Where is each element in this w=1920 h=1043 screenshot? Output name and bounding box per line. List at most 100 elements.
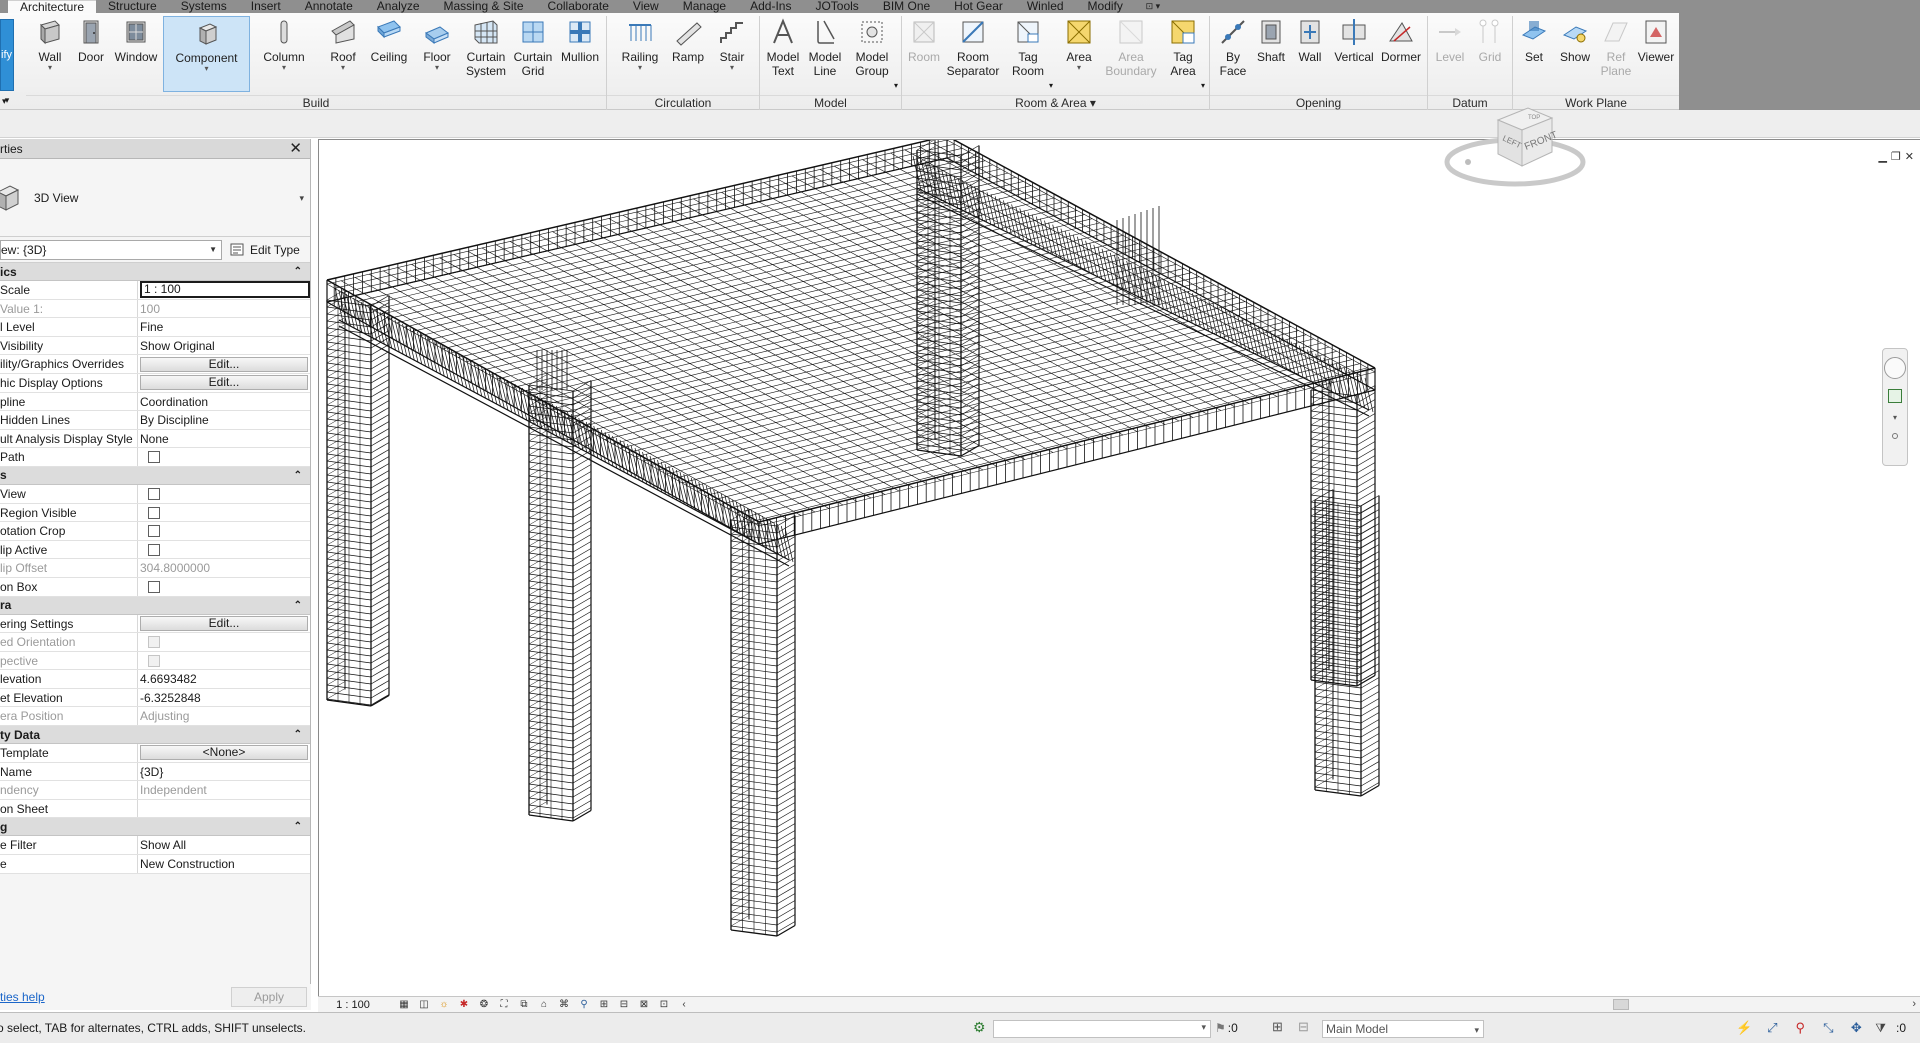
constraints-icon[interactable]: ‹: [676, 999, 692, 1011]
vertical-opening-button[interactable]: Vertical: [1332, 16, 1376, 100]
tab-add-ins[interactable]: Add-Ins: [738, 0, 803, 13]
view-scale-input[interactable]: 1 : 100: [140, 281, 310, 298]
room-button[interactable]: Room: [906, 16, 942, 100]
area-boundary-button[interactable]: Area Boundary: [1104, 16, 1158, 100]
phase-filter-value[interactable]: Show All: [138, 836, 310, 854]
grid-button[interactable]: Grid: [1472, 16, 1508, 100]
door-button[interactable]: Door: [74, 16, 108, 100]
steering-wheel-icon[interactable]: [1884, 357, 1906, 379]
view-scale-input-cell[interactable]: 1 : 100: [138, 281, 310, 299]
tab-annotate[interactable]: Annotate: [293, 0, 365, 13]
tab-insert[interactable]: Insert: [239, 0, 293, 13]
minimize-icon[interactable]: ▁: [1878, 150, 1886, 163]
roof-button[interactable]: Roof ▾: [323, 16, 363, 100]
group-phasing[interactable]: g ⌃: [0, 818, 310, 837]
design-option-exclude-icon[interactable]: ⊟: [1298, 1019, 1309, 1035]
crop-view-checkbox[interactable]: [148, 487, 160, 500]
nav-options-icon[interactable]: [1892, 433, 1898, 439]
analysis-style-value[interactable]: None: [138, 430, 310, 448]
parts-visibility-value[interactable]: Show Original: [138, 337, 310, 355]
rendering-dialog-icon[interactable]: ❂: [476, 999, 492, 1011]
rendering-edit-button[interactable]: Edit...: [140, 615, 308, 631]
detail-level-icon[interactable]: ▦: [396, 999, 412, 1011]
crop-view-icon[interactable]: ⛶: [496, 999, 512, 1011]
viewer-button[interactable]: Viewer: [1636, 16, 1676, 100]
tag-room-button[interactable]: Tag Room: [1006, 16, 1050, 100]
select-links-icon[interactable]: ⚡: [1735, 1019, 1753, 1037]
ramp-button[interactable]: Ramp: [668, 16, 708, 100]
curtain-system-button[interactable]: Curtain System: [462, 16, 510, 100]
3d-viewport[interactable]: ▁ ❐ ✕: [318, 139, 1920, 996]
view-template-button[interactable]: <None>: [140, 745, 308, 761]
tab-bim-one[interactable]: BIM One: [871, 0, 942, 13]
crop-region-icon[interactable]: ⧉: [516, 999, 532, 1011]
view-name-value[interactable]: {3D}: [138, 763, 310, 781]
group-graphics[interactable]: ics ⌃: [0, 263, 310, 281]
tab-architecture[interactable]: Architecture: [8, 0, 97, 13]
vg-overrides-edit-button[interactable]: Edit...: [140, 356, 308, 372]
annotation-crop-checkbox[interactable]: [148, 525, 160, 538]
chevron-down-icon[interactable]: ▾: [1891, 413, 1899, 422]
show-button[interactable]: Show: [1554, 16, 1596, 100]
phase-value[interactable]: New Construction: [138, 855, 310, 873]
ceiling-button[interactable]: Ceiling: [367, 16, 411, 100]
filter-icon[interactable]: ⧩: [1875, 1021, 1886, 1036]
navigation-bar[interactable]: ▾: [1882, 348, 1908, 466]
visual-style-icon[interactable]: ◫: [416, 999, 432, 1011]
view-scale-button[interactable]: 1 : 100: [318, 999, 388, 1011]
tab-jotools[interactable]: JOTools: [803, 0, 870, 13]
stair-button[interactable]: Stair ▾: [712, 16, 752, 100]
target-elevation-value[interactable]: -6.3252848: [138, 689, 310, 707]
group-identity-data[interactable]: ty Data ⌃: [0, 726, 310, 745]
editing-requests[interactable]: ⚑:0: [1215, 1021, 1238, 1035]
worksharing-display-icon[interactable]: ⊞: [596, 999, 612, 1011]
group-extents[interactable]: s ⌃: [0, 466, 310, 485]
set-button[interactable]: Set: [1516, 16, 1552, 100]
ref-plane-button[interactable]: Ref Plane: [1596, 16, 1636, 100]
tab-winled[interactable]: Winled: [1015, 0, 1076, 13]
worksets-icon[interactable]: ⚙: [973, 1019, 991, 1037]
properties-help-link[interactable]: rties help: [0, 990, 45, 1004]
highlight-displacement-icon[interactable]: ⊡: [656, 999, 672, 1011]
sun-path-checkbox[interactable]: [148, 451, 160, 464]
design-option-dropdown[interactable]: Main Model ▾: [1322, 1020, 1484, 1038]
tab-hot-gear[interactable]: Hot Gear: [942, 0, 1015, 13]
lock-view-icon[interactable]: ⌂: [536, 999, 552, 1011]
crop-region-checkbox[interactable]: [148, 506, 160, 519]
tab-modify[interactable]: Modify: [1076, 0, 1135, 13]
floor-button[interactable]: Floor ▾: [416, 16, 458, 100]
discipline-value[interactable]: Coordination: [138, 393, 310, 411]
eye-elevation-value[interactable]: 4.6693482: [138, 670, 310, 688]
modify-button[interactable]: ify: [0, 19, 14, 91]
detail-level-value[interactable]: Fine: [138, 318, 310, 336]
restore-icon[interactable]: ❐: [1891, 150, 1901, 163]
select-pinned-icon[interactable]: ⚲: [1791, 1019, 1809, 1037]
tab-view[interactable]: View: [621, 0, 671, 13]
horizontal-scrollbar[interactable]: ›: [728, 998, 1920, 1011]
wall-opening-button[interactable]: Wall: [1292, 16, 1328, 100]
show-analytical-icon[interactable]: ⊠: [636, 999, 652, 1011]
graphic-display-edit-button[interactable]: Edit...: [140, 375, 308, 391]
viewcube-home-icon[interactable]: [1465, 159, 1471, 165]
close-icon[interactable]: ✕: [289, 141, 302, 156]
apply-button[interactable]: Apply: [231, 987, 307, 1007]
hidden-lines-value[interactable]: By Discipline: [138, 411, 310, 429]
tab-collaborate[interactable]: Collaborate: [536, 0, 621, 13]
far-clip-checkbox[interactable]: [148, 543, 160, 556]
dormer-button[interactable]: Dormer: [1378, 16, 1424, 100]
sun-path-icon[interactable]: ☼: [436, 999, 452, 1011]
title-on-sheet-value[interactable]: [138, 800, 310, 818]
tab-manage[interactable]: Manage: [671, 0, 738, 13]
mullion-button[interactable]: Mullion: [557, 16, 603, 100]
model-line-button[interactable]: Model Line: [804, 16, 846, 100]
tag-area-button[interactable]: Tag Area: [1162, 16, 1204, 100]
viewcube[interactable]: TOP LEFT FRONT: [1440, 90, 1590, 200]
room-separator-button[interactable]: Room Separator: [946, 16, 1000, 100]
tab-massing-site[interactable]: Massing & Site: [432, 0, 536, 13]
select-by-face-icon[interactable]: ⤡: [1819, 1019, 1837, 1037]
column-button[interactable]: Column ▾: [259, 16, 309, 100]
panel-label-room-area[interactable]: Room & Area ▾: [902, 95, 1209, 110]
temporary-view-properties-icon[interactable]: ⊟: [616, 999, 632, 1011]
by-face-button[interactable]: By Face: [1214, 16, 1252, 100]
active-workset-dropdown[interactable]: ▾: [993, 1020, 1211, 1038]
